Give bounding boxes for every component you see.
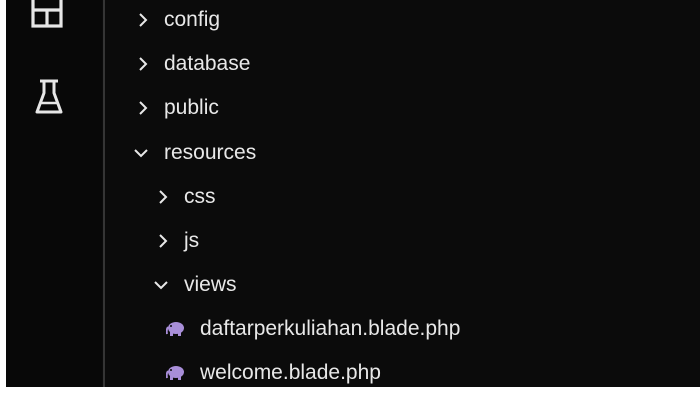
explorer-tree: config database public resources css js … [106,0,700,387]
tree-item-label: config [164,8,221,31]
php-elephant-icon [166,322,184,336]
explorer-screenshot: config database public resources css js … [6,0,700,387]
tree-item-label: public [164,96,219,119]
chevron-right-icon [139,101,148,115]
extensions-icon[interactable] [30,0,64,32]
activity-bar [6,0,102,387]
chevron-down-icon [154,281,168,290]
tree-item-js[interactable]: js [106,221,700,261]
chevron-down-icon [134,149,148,158]
tree-item-label: welcome.blade.php [200,361,381,384]
tree-item-config[interactable]: config [106,0,700,40]
tree-item-welcome[interactable]: welcome.blade.php [106,353,700,387]
tree-item-label: resources [164,141,257,164]
tree-item-daftarperkuliahan[interactable]: daftarperkuliahan.blade.php [106,309,700,349]
chevron-right-icon [139,13,148,27]
tree-item-css[interactable]: css [106,177,700,217]
tree-item-label: css [184,185,216,208]
chevron-right-icon [159,190,168,204]
tree-item-resources[interactable]: resources [106,133,700,173]
tree-item-label: views [184,273,237,296]
tree-item-public[interactable]: public [106,88,700,128]
tree-item-database[interactable]: database [106,44,700,84]
php-elephant-icon [166,366,184,380]
tree-item-views[interactable]: views [106,265,700,305]
chevron-right-icon [159,234,168,248]
tree-item-label: database [164,52,251,75]
testing-flask-icon[interactable] [34,78,64,118]
tree-item-label: daftarperkuliahan.blade.php [200,317,461,340]
sidebar-divider [103,0,105,387]
tree-item-label: js [184,229,200,252]
chevron-right-icon [139,57,148,71]
